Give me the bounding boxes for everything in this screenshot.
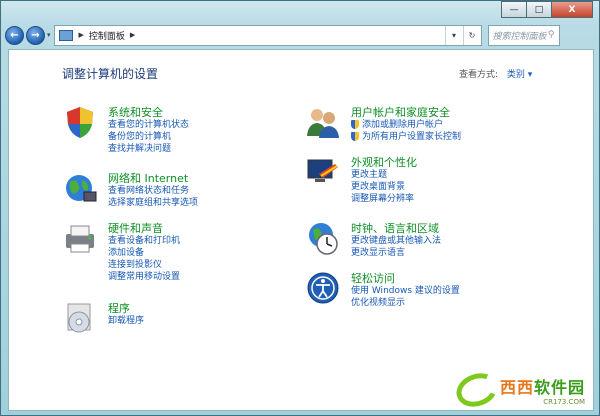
- watermark-logo-icon: [451, 367, 503, 413]
- category-title[interactable]: 外观和个性化: [351, 154, 417, 170]
- site-watermark: 西西软件园 CR173.COM: [451, 367, 585, 413]
- monitor-paint-icon[interactable]: [305, 154, 341, 190]
- printer-icon[interactable]: [62, 220, 98, 256]
- search-input[interactable]: 搜索控制面板 ⚲: [487, 24, 560, 46]
- watermark-main-a: 西西: [499, 378, 534, 397]
- control-panel-icon: [58, 29, 73, 41]
- ease-of-access-icon[interactable]: [305, 270, 341, 306]
- link-add-remove-accounts[interactable]: 添加或删除用户帐户: [351, 119, 461, 131]
- back-button[interactable]: ←: [5, 25, 24, 45]
- shield-icon[interactable]: [62, 104, 98, 140]
- link-change-theme[interactable]: 更改主题: [351, 169, 414, 181]
- link-devices-printers[interactable]: 查看设备和打印机: [108, 235, 180, 247]
- breadcrumb-separator-icon[interactable]: ▶: [130, 31, 135, 39]
- link-view-network-status[interactable]: 查看网络状态和任务: [108, 185, 198, 197]
- link-optimize-visual-display[interactable]: 优化视频显示: [351, 297, 460, 309]
- link-screen-resolution[interactable]: 调整屏幕分辨率: [351, 193, 414, 205]
- view-by: 查看方式: 类别 ▾: [459, 67, 532, 80]
- link-find-fix-problems[interactable]: 查找并解决问题: [108, 143, 189, 155]
- breadcrumb-control-panel[interactable]: 控制面板: [89, 29, 125, 42]
- globe-network-icon[interactable]: [62, 170, 98, 206]
- navigation-bar: ← → ▾ ▶ 控制面板 ▶ ▾ ↻ 搜索控制面板 ⚲: [5, 23, 597, 47]
- clock-globe-icon[interactable]: [305, 220, 341, 256]
- address-bar[interactable]: ▶ 控制面板 ▶ ▾ ↻: [53, 24, 482, 46]
- link-backup-computer[interactable]: 备份您的计算机: [108, 131, 189, 143]
- close-button[interactable]: X: [551, 1, 593, 18]
- category-title[interactable]: 用户帐户和家庭安全: [351, 104, 450, 120]
- minimize-button[interactable]: —: [501, 1, 527, 18]
- forward-button[interactable]: →: [26, 25, 45, 45]
- link-homegroup-sharing[interactable]: 选择家庭组和共享选项: [108, 197, 198, 209]
- category-title[interactable]: 轻松访问: [351, 270, 395, 286]
- link-mobility-settings[interactable]: 调整常用移动设置: [108, 271, 180, 283]
- users-icon[interactable]: [305, 104, 341, 140]
- recent-pages-dropdown[interactable]: ▾: [47, 31, 51, 39]
- link-uninstall-program[interactable]: 卸载程序: [108, 315, 144, 327]
- link-parental-controls[interactable]: 为所有用户设置家长控制: [351, 131, 461, 143]
- watermark-main-b: 软件园: [533, 378, 585, 397]
- link-view-computer-status[interactable]: 查看您的计算机状态: [108, 119, 189, 131]
- category-title[interactable]: 硬件和声音: [108, 220, 163, 236]
- search-icon[interactable]: ⚲: [548, 30, 555, 40]
- view-by-dropdown[interactable]: 类别 ▾: [507, 70, 532, 80]
- window-frame: — □ X ← → ▾ ▶ 控制面板 ▶ ▾ ↻ 搜索控制面板 ⚲ 调整计算机的…: [0, 0, 600, 416]
- content-pane: 调整计算机的设置 查看方式: 类别 ▾ 系统和安全 查看您的计算机状态 备份您的…: [8, 49, 594, 413]
- category-title[interactable]: 时钟、语言和区域: [351, 220, 439, 236]
- link-change-desktop-background[interactable]: 更改桌面背景: [351, 181, 414, 193]
- search-placeholder: 搜索控制面板: [492, 31, 547, 42]
- category-title[interactable]: 网络和 Internet: [108, 170, 188, 186]
- watermark-sub: CR173.COM: [543, 398, 585, 406]
- address-dropdown-icon[interactable]: ▾: [444, 25, 463, 45]
- breadcrumb-separator-icon[interactable]: ▶: [79, 31, 84, 39]
- maximize-button[interactable]: □: [526, 1, 552, 18]
- page-title: 调整计算机的设置: [62, 67, 159, 81]
- link-connect-projector[interactable]: 连接到投影仪: [108, 259, 180, 271]
- category-title[interactable]: 程序: [108, 300, 130, 316]
- category-title[interactable]: 系统和安全: [108, 104, 163, 120]
- link-change-display-language[interactable]: 更改显示语言: [351, 247, 441, 259]
- link-change-keyboard[interactable]: 更改键盘或其他输入法: [351, 235, 441, 247]
- programs-disc-icon[interactable]: [62, 300, 98, 336]
- window-controls: — □ X: [501, 1, 593, 18]
- link-add-device[interactable]: 添加设备: [108, 247, 180, 259]
- view-by-label: 查看方式:: [459, 70, 499, 80]
- link-recommended-settings[interactable]: 使用 Windows 建议的设置: [351, 285, 460, 297]
- refresh-button[interactable]: ↻: [462, 25, 481, 45]
